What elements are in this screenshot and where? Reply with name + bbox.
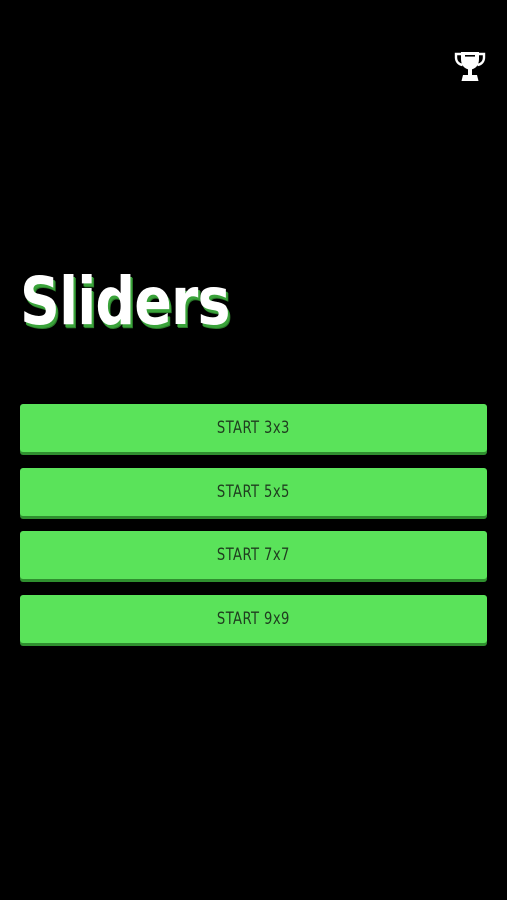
start-menu: START 3x3 START 5x5 START 7x7 START 9x9 (20, 404, 487, 658)
trophy-icon (454, 52, 486, 81)
start-7x7-label: START 7x7 (217, 545, 290, 566)
start-5x5-label: START 5x5 (217, 481, 290, 502)
main-menu-screen: Sliders START 3x3 START 5x5 START 7x7 ST… (0, 0, 507, 900)
start-3x3-label: START 3x3 (217, 418, 290, 438)
game-title: Sliders (20, 263, 231, 340)
start-9x9-button[interactable]: START 9x9 (20, 594, 487, 643)
leaderboard-button[interactable] (449, 46, 491, 88)
start-7x7-button[interactable]: START 7x7 (20, 531, 487, 580)
start-9x9-label: START 9x9 (217, 608, 290, 629)
start-5x5-button[interactable]: START 5x5 (20, 467, 487, 516)
start-3x3-button[interactable]: START 3x3 (20, 404, 487, 452)
